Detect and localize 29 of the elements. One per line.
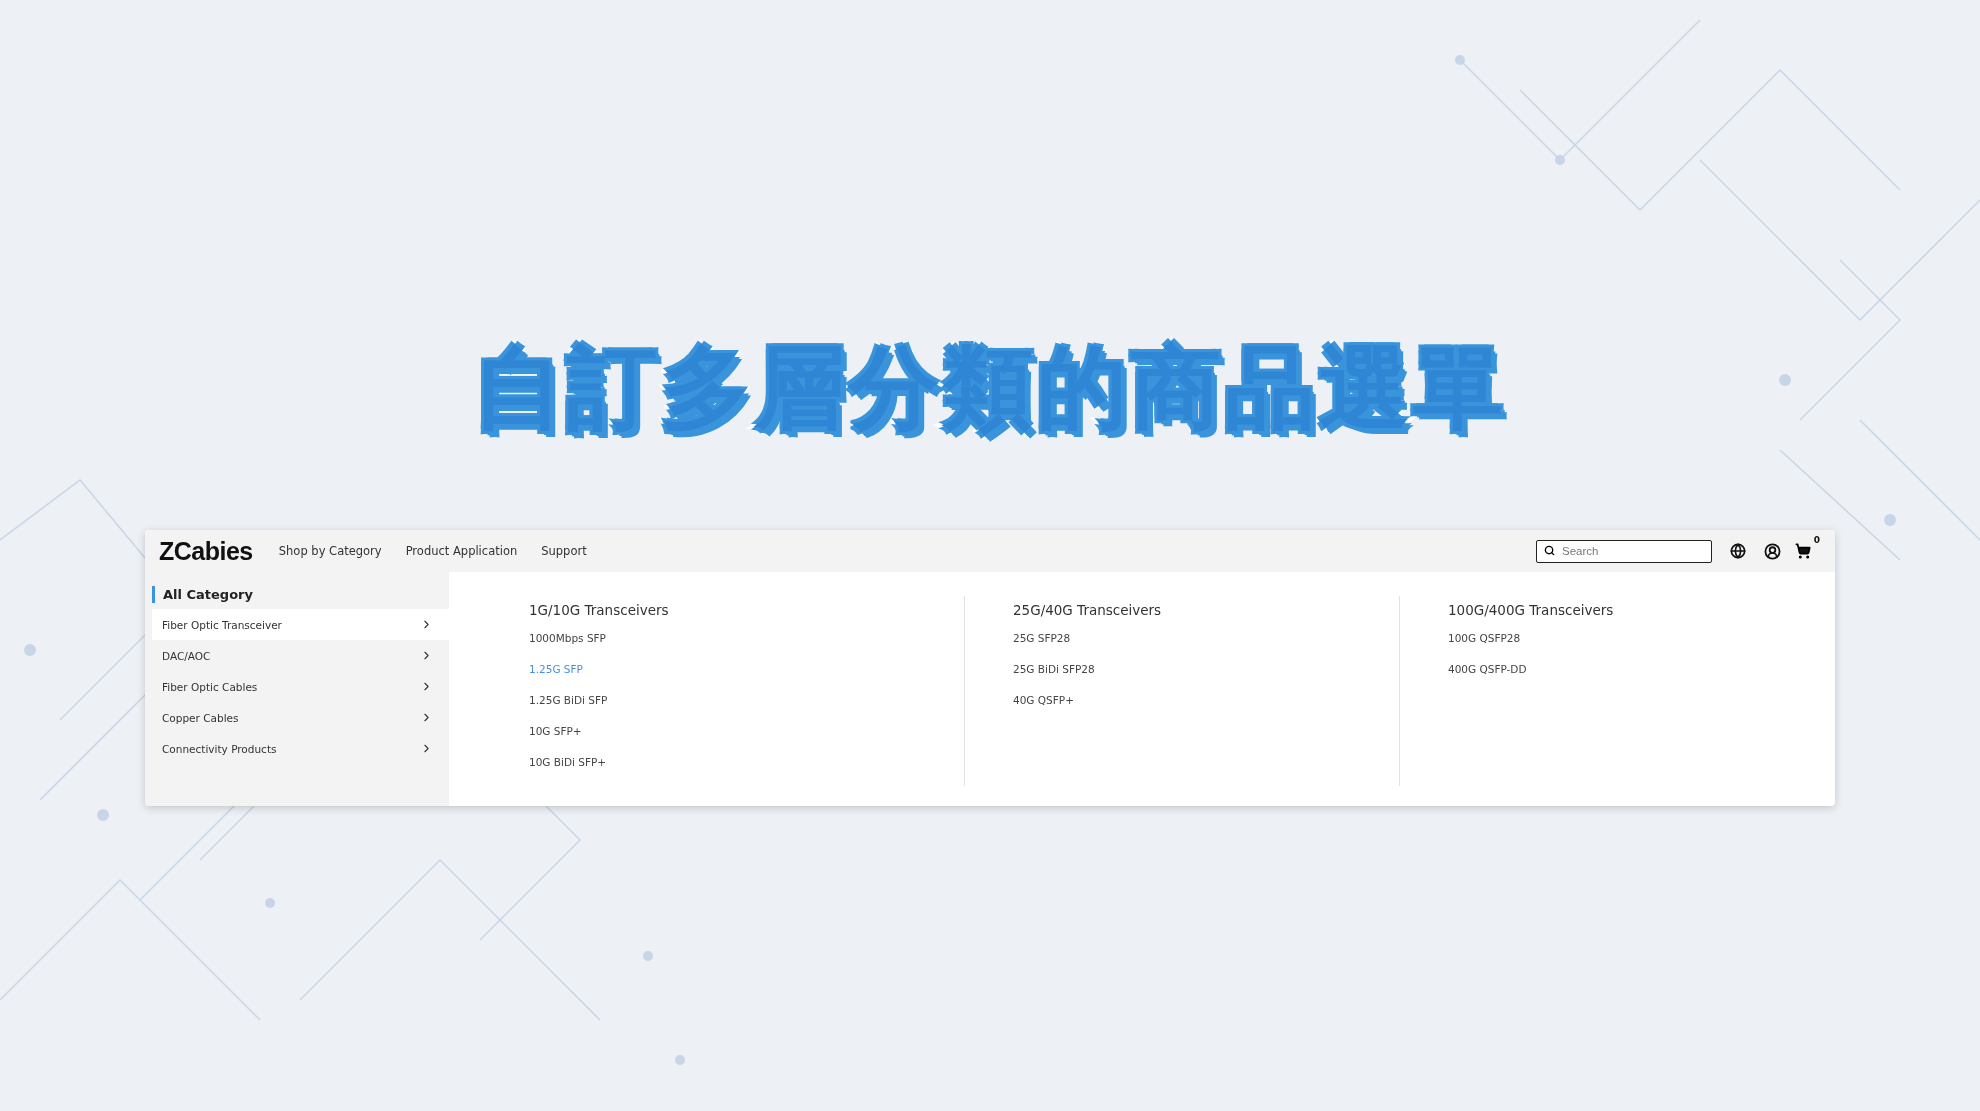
- sidebar-item[interactable]: Copper Cables: [152, 702, 449, 733]
- product-link[interactable]: 1000Mbps SFP: [529, 628, 606, 659]
- product-link[interactable]: 400G QSFP-DD: [1448, 659, 1527, 690]
- product-link[interactable]: 100G QSFP28: [1448, 628, 1521, 659]
- nav-link[interactable]: Shop by Category: [278, 544, 382, 558]
- sidebar-item[interactable]: Fiber Optic Cables: [152, 671, 449, 702]
- product-link[interactable]: 25G BiDi SFP28: [1013, 659, 1095, 690]
- site-logo[interactable]: ZCabies: [159, 536, 253, 566]
- product-link[interactable]: 25G SFP28: [1013, 628, 1071, 659]
- search-field[interactable]: Search: [1536, 539, 1712, 563]
- globe-icon[interactable]: [1730, 543, 1746, 559]
- sidebar-item[interactable]: DAC/AOC: [152, 640, 449, 671]
- column-heading: 25G/40G Transceivers: [1013, 602, 1163, 618]
- product-link[interactable]: 10G SFP+: [529, 721, 582, 752]
- user-account-icon[interactable]: [1764, 542, 1781, 560]
- cart-icon[interactable]: [1795, 543, 1811, 559]
- cart-count: 0: [1813, 535, 1820, 545]
- search-icon: [1544, 544, 1555, 556]
- sidebar-item[interactable]: Fiber Optic Transceiver: [152, 609, 449, 640]
- nav-link[interactable]: Product Application: [405, 544, 518, 558]
- product-link[interactable]: 10G BiDi SFP+: [529, 752, 607, 783]
- product-link[interactable]: 40G QSFP+: [1013, 690, 1074, 721]
- sidebar-title: All Category: [152, 586, 449, 603]
- nav-link[interactable]: Support: [541, 544, 587, 558]
- product-link[interactable]: 1.25G BiDi SFP: [529, 690, 608, 721]
- column-heading: 1G/10G Transceivers: [529, 602, 670, 618]
- page-headline: 自訂多層分類的商品選單: [473, 338, 1507, 438]
- column-heading: 100G/400G Transceivers: [1448, 602, 1615, 618]
- sidebar-item[interactable]: Connectivity Products: [152, 733, 449, 764]
